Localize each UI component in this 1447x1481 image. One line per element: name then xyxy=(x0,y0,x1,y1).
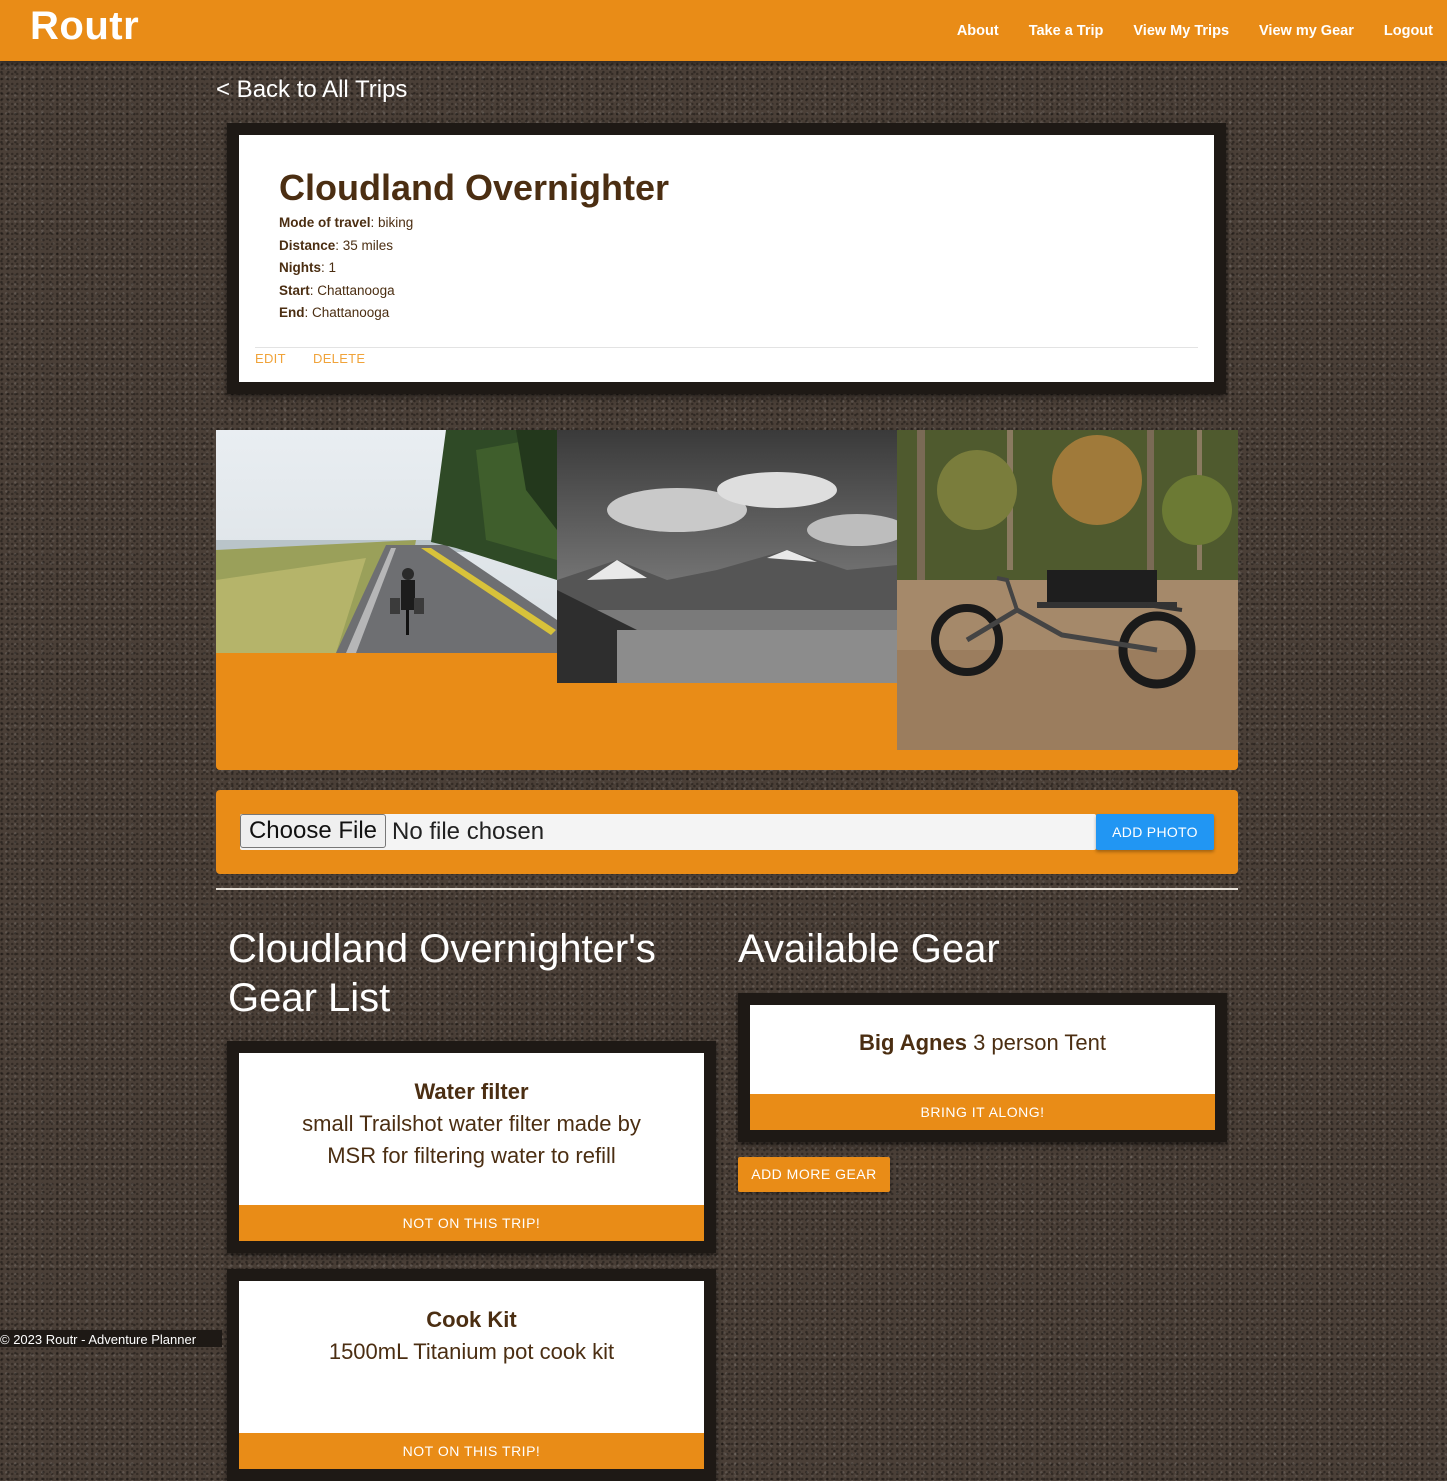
available-gear-card: Big Agnes 3 person Tent BRING IT ALONG! xyxy=(738,993,1227,1142)
photo-cyclist-road[interactable] xyxy=(216,430,557,653)
gear-card: Water filter small Trailshot water filte… xyxy=(227,1041,716,1253)
trip-title: Cloudland Overnighter xyxy=(279,167,670,208)
detail-label: Nights xyxy=(279,260,321,275)
detail-end: End: Chattanooga xyxy=(279,302,413,325)
detail-distance: Distance: 35 miles xyxy=(279,235,413,258)
trip-details: Mode of travel: biking Distance: 35 mile… xyxy=(279,212,413,325)
not-on-this-trip-button[interactable]: NOT ON THIS TRIP! xyxy=(239,1433,704,1469)
detail-value: : 35 miles xyxy=(335,237,394,253)
detail-label: Distance xyxy=(279,237,336,253)
photo-upload-bar: Choose File No file chosen ADD PHOTO xyxy=(216,790,1238,874)
detail-value: : biking xyxy=(370,215,414,230)
gear-card: Cook Kit 1500mL Titanium pot cook kit NO… xyxy=(227,1269,716,1481)
not-on-this-trip-button[interactable]: NOT ON THIS TRIP! xyxy=(239,1205,704,1241)
nav-about[interactable]: About xyxy=(957,23,999,39)
detail-label: Start xyxy=(279,282,310,298)
detail-value: : 1 xyxy=(321,260,337,275)
file-input[interactable]: Choose File No file chosen xyxy=(240,814,1096,850)
file-status: No file chosen xyxy=(392,818,545,845)
photo-gallery xyxy=(216,430,1238,770)
bring-it-along-button[interactable]: BRING IT ALONG! xyxy=(750,1094,1215,1130)
detail-nights: Nights: 1 xyxy=(279,257,413,280)
gear-brand: Big Agnes xyxy=(858,1030,967,1055)
card-action-bar: EDIT DELETE xyxy=(255,347,1198,366)
detail-start: Start: Chattanooga xyxy=(279,280,413,303)
photo-cargo-bike[interactable] xyxy=(897,430,1238,750)
gear-description: small Trailshot water filter made by MSR… xyxy=(302,1111,641,1168)
footer-copyright: © 2023 Routr - Adventure Planner xyxy=(0,1330,222,1347)
gear-description: 1500mL Titanium pot cook kit xyxy=(328,1339,615,1364)
brand-logo[interactable]: Routr xyxy=(30,4,139,49)
section-divider xyxy=(216,888,1238,890)
delete-trip-link[interactable]: DELETE xyxy=(313,351,365,366)
main-nav: About Take a Trip View My Trips View my … xyxy=(957,0,1447,61)
add-photo-button[interactable]: ADD PHOTO xyxy=(1096,814,1214,850)
gear-card-body: Water filter small Trailshot water filte… xyxy=(239,1053,704,1241)
photo-mountain-landscape[interactable] xyxy=(557,430,897,683)
detail-value: : Chattanooga xyxy=(304,305,390,320)
top-navbar: Routr About Take a Trip View My Trips Vi… xyxy=(0,0,1447,61)
detail-label: End xyxy=(279,305,305,320)
trip-card-body: Cloudland Overnighter Mode of travel: bi… xyxy=(239,135,1214,382)
nav-view-my-trips[interactable]: View My Trips xyxy=(1133,23,1229,39)
detail-value: : Chattanooga xyxy=(309,282,395,298)
gear-name: Water filter xyxy=(414,1079,529,1104)
gear-card-body: Cook Kit 1500mL Titanium pot cook kit NO… xyxy=(239,1281,704,1469)
detail-label: Mode of travel xyxy=(279,215,371,230)
back-to-all-trips-link[interactable]: < Back to All Trips xyxy=(216,76,407,104)
choose-file-button[interactable]: Choose File xyxy=(240,814,386,848)
trip-card: Cloudland Overnighter Mode of travel: bi… xyxy=(227,123,1226,394)
nav-view-my-gear[interactable]: View my Gear xyxy=(1259,23,1354,39)
add-more-gear-button[interactable]: ADD MORE GEAR xyxy=(738,1157,890,1192)
available-gear-card-body: Big Agnes 3 person Tent BRING IT ALONG! xyxy=(750,1005,1215,1130)
nav-take-a-trip[interactable]: Take a Trip xyxy=(1029,23,1104,39)
available-gear-title: Big Agnes 3 person Tent xyxy=(750,1027,1215,1059)
nav-logout[interactable]: Logout xyxy=(1384,23,1433,39)
gear-name: Cook Kit xyxy=(426,1307,517,1332)
gear-list-heading: Cloudland Overnighter's Gear List xyxy=(228,927,656,1020)
edit-trip-link[interactable]: EDIT xyxy=(255,351,286,366)
gear-name: 3 person Tent xyxy=(966,1030,1106,1055)
available-gear-heading: Available Gear xyxy=(738,927,1000,971)
detail-mode-of-travel: Mode of travel: biking xyxy=(279,212,413,235)
